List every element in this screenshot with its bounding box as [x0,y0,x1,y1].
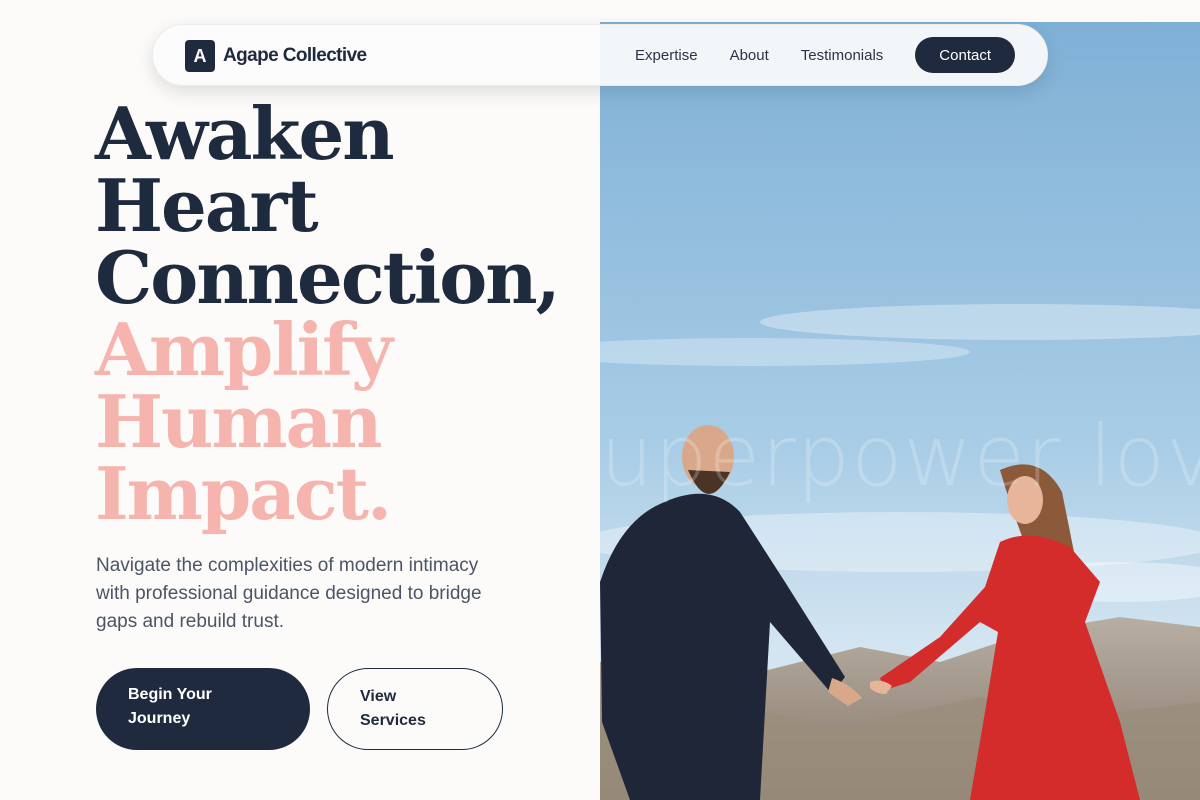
hero-subtext: Navigate the complexities of modern inti… [96,555,482,632]
headline-line: Connection, [95,235,561,320]
view-services-label-line: Services [360,712,426,729]
nav-links: Expertise About Testimonials Contact [635,37,1015,73]
headline-accent-line: Amplify [95,307,393,392]
brand-name: Agape Collective [223,45,367,66]
nav-link-expertise[interactable]: Expertise [635,47,698,64]
begin-journey-label-line: Journey [128,710,191,727]
begin-journey-label-line: Begin Your [128,686,212,703]
nav-link-testimonials[interactable]: Testimonials [801,47,884,64]
headline-accent-line: Human [95,379,383,464]
hero-headline: Awaken Heart Connection, Amplify Human I… [95,91,561,536]
headline-line: Awaken [95,91,395,176]
headline-line: Heart [95,163,319,248]
begin-journey-button[interactable]: Begin Your Journey [96,668,310,750]
image-watermark-text: uperpower lov [600,407,1200,505]
brand-logo[interactable]: A Agape Collective [185,40,367,72]
view-services-button[interactable]: View Services [327,668,503,750]
view-services-label-line: View [360,688,397,705]
hero-image: uperpower lov [600,22,1200,800]
headline-accent-line: Impact. [95,451,392,536]
nav-link-about[interactable]: About [730,47,769,64]
navbar: A Agape Collective Expertise About Testi… [152,24,1048,86]
contact-button[interactable]: Contact [915,37,1015,73]
brand-mark-icon: A [185,40,215,72]
